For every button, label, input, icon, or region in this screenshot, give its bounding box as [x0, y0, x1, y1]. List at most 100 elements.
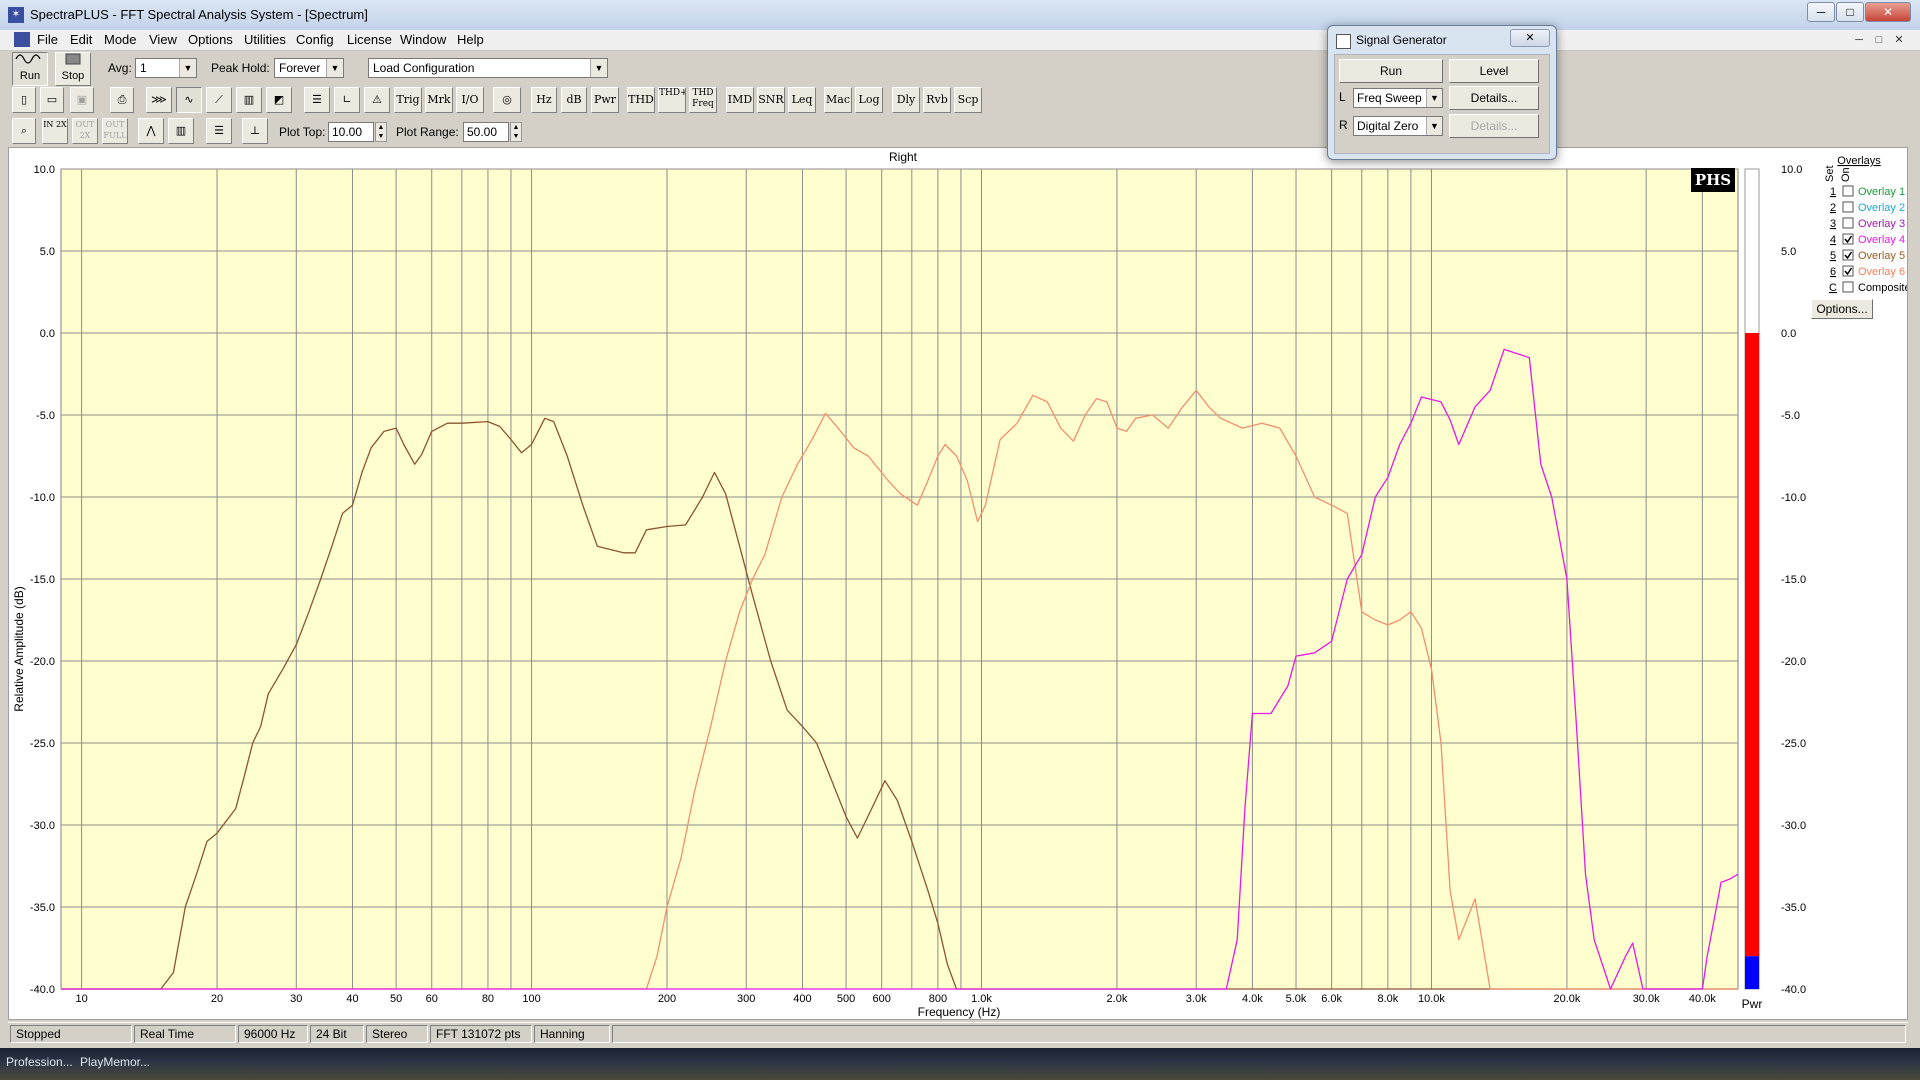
overlay-set-key[interactable]: 1: [1830, 186, 1836, 198]
overlay-checkbox[interactable]: [1842, 201, 1854, 213]
cursor-button[interactable]: ⊥: [242, 118, 268, 144]
3d-surface-button[interactable]: ◩: [266, 87, 292, 113]
dialog-close-button[interactable]: ✕: [1510, 29, 1550, 47]
menu-mode[interactable]: Mode: [104, 32, 137, 47]
save-file-button[interactable]: ▣: [70, 87, 94, 113]
scope-button[interactable]: Scp: [954, 87, 982, 113]
delay-button[interactable]: Dly: [892, 87, 920, 113]
overlay-set-key[interactable]: C: [1829, 282, 1837, 294]
hz-button[interactable]: Hz: [531, 87, 557, 113]
overlay-name[interactable]: Overlay 5: [1858, 250, 1905, 262]
menu-options[interactable]: Options: [188, 32, 233, 47]
zoom-in-button[interactable]: IN 2X: [42, 118, 68, 144]
octave-bars-button[interactable]: ▥: [168, 118, 194, 144]
chevron-down-icon[interactable]: ▼: [1426, 89, 1442, 107]
spectrogram-button[interactable]: ▥: [236, 87, 262, 113]
overlay-name[interactable]: Overlay 2: [1858, 202, 1905, 214]
menu-window[interactable]: Window: [400, 32, 446, 47]
right-signal-select[interactable]: Digital Zero ▼: [1353, 116, 1443, 136]
io-button[interactable]: I/O: [456, 87, 484, 113]
peak-button[interactable]: ⋀: [138, 118, 164, 144]
thd-freq-button[interactable]: THD Freq: [689, 87, 717, 113]
phase-button[interactable]: ⟋: [206, 87, 232, 113]
chevron-down-icon[interactable]: ▼: [590, 59, 607, 77]
taskbar-item[interactable]: PlayMemor...: [80, 1055, 150, 1069]
overlay-checkbox[interactable]: [1842, 185, 1854, 197]
axis-button[interactable]: ∟: [334, 87, 360, 113]
peak-hold-select[interactable]: Forever ▼: [274, 58, 344, 78]
mdi-minimize-button[interactable]: ─: [1850, 32, 1868, 48]
overlay-name[interactable]: Overlay 1: [1858, 186, 1905, 198]
overlay-set-key[interactable]: 2: [1830, 202, 1836, 214]
reverb-button[interactable]: Rvb: [923, 87, 951, 113]
zoom-button[interactable]: ⌕: [12, 118, 36, 144]
overlay-name[interactable]: Composite: [1858, 282, 1907, 294]
chevron-down-icon[interactable]: ▼: [326, 59, 343, 77]
properties-button[interactable]: ☰: [304, 87, 330, 113]
pwr-button[interactable]: Pwr: [591, 87, 619, 113]
menu-config[interactable]: Config: [296, 32, 334, 47]
plot-top-spinner[interactable]: ▲ ▼: [375, 122, 387, 142]
mdi-close-button[interactable]: ✕: [1890, 32, 1908, 48]
new-file-button[interactable]: ▯: [12, 87, 36, 113]
print-button[interactable]: ⎙: [110, 87, 134, 113]
log-button[interactable]: Log: [855, 87, 883, 113]
zoom-out-button[interactable]: OUT 2X: [72, 118, 98, 144]
generator-level-button[interactable]: Level: [1449, 59, 1539, 83]
thd-button[interactable]: THD: [627, 87, 655, 113]
overlay-name[interactable]: Overlay 3: [1858, 218, 1905, 230]
mdi-restore-button[interactable]: □: [1870, 32, 1888, 48]
leq-button[interactable]: Leq: [788, 87, 816, 113]
meter-peak-bar: [1745, 333, 1759, 957]
menu-utilities[interactable]: Utilities: [244, 32, 286, 47]
trigger-button[interactable]: Trig: [394, 87, 422, 113]
stop-button[interactable]: Stop: [55, 52, 91, 86]
overlay-options-button[interactable]: Options...: [1811, 299, 1873, 319]
db-button[interactable]: dB: [561, 87, 587, 113]
avg-select[interactable]: 1 ▼: [135, 58, 197, 78]
menu-help[interactable]: Help: [457, 32, 484, 47]
close-button[interactable]: ✕: [1865, 2, 1911, 22]
plot-range-spinner[interactable]: ▲ ▼: [510, 122, 522, 142]
overlay-set-key[interactable]: 5: [1830, 250, 1836, 262]
meter-tick-label: -5.0: [1781, 410, 1800, 422]
menu-edit[interactable]: Edit: [70, 32, 92, 47]
plot-range-input[interactable]: 50.00: [463, 122, 509, 142]
document-icon[interactable]: [14, 32, 30, 47]
configuration-select[interactable]: Load Configuration ▼: [368, 58, 608, 78]
menu-license[interactable]: License: [347, 32, 392, 47]
marker-button[interactable]: Mrk: [425, 87, 453, 113]
open-file-button[interactable]: ▭: [40, 87, 64, 113]
taskbar-item[interactable]: Profession...: [6, 1055, 73, 1069]
left-signal-select[interactable]: Freq Sweep ▼: [1353, 88, 1443, 108]
overlay-checkbox[interactable]: [1842, 217, 1854, 229]
zoom-full-button[interactable]: OUT FULL: [102, 118, 128, 144]
time-series-button[interactable]: ⋙: [146, 87, 172, 113]
spectrum-button[interactable]: ∿: [176, 87, 202, 113]
overlay-set-key[interactable]: 6: [1830, 266, 1836, 278]
chevron-down-icon[interactable]: ▼: [179, 59, 196, 77]
thd-n-button[interactable]: THD+N: [658, 87, 686, 113]
left-details-button[interactable]: Details...: [1449, 86, 1539, 110]
spectrum-plot[interactable]: 10.0 10.0 5.0 5.0 0.0 0.0 -5.0 -5.0 -10.0 -10.0 -1…: [9, 148, 1907, 1019]
generator-run-button[interactable]: Run: [1339, 59, 1443, 83]
chevron-down-icon[interactable]: ▼: [1426, 117, 1442, 135]
imd-button[interactable]: IMD: [726, 87, 754, 113]
calibration-button[interactable]: ⚠: [364, 87, 390, 113]
overlay-checkbox[interactable]: [1842, 281, 1854, 293]
menu-file[interactable]: File: [37, 32, 58, 47]
plot-top-input[interactable]: 10.00: [328, 122, 374, 142]
signal-generator-button[interactable]: ◎: [493, 87, 521, 113]
minimize-button[interactable]: ─: [1807, 2, 1835, 22]
view-list-button[interactable]: ☰: [206, 118, 232, 144]
overlay-set-key[interactable]: 4: [1830, 234, 1836, 246]
maximize-button[interactable]: □: [1836, 2, 1864, 22]
overlay-name[interactable]: Overlay 4: [1858, 234, 1905, 246]
right-details-button[interactable]: Details...: [1449, 114, 1539, 138]
macro-button[interactable]: Mac: [824, 87, 852, 113]
snr-button[interactable]: SNR: [757, 87, 785, 113]
menu-view[interactable]: View: [149, 32, 177, 47]
overlay-name[interactable]: Overlay 6: [1858, 266, 1905, 278]
run-button[interactable]: Run: [12, 52, 48, 86]
overlay-set-key[interactable]: 3: [1830, 218, 1836, 230]
